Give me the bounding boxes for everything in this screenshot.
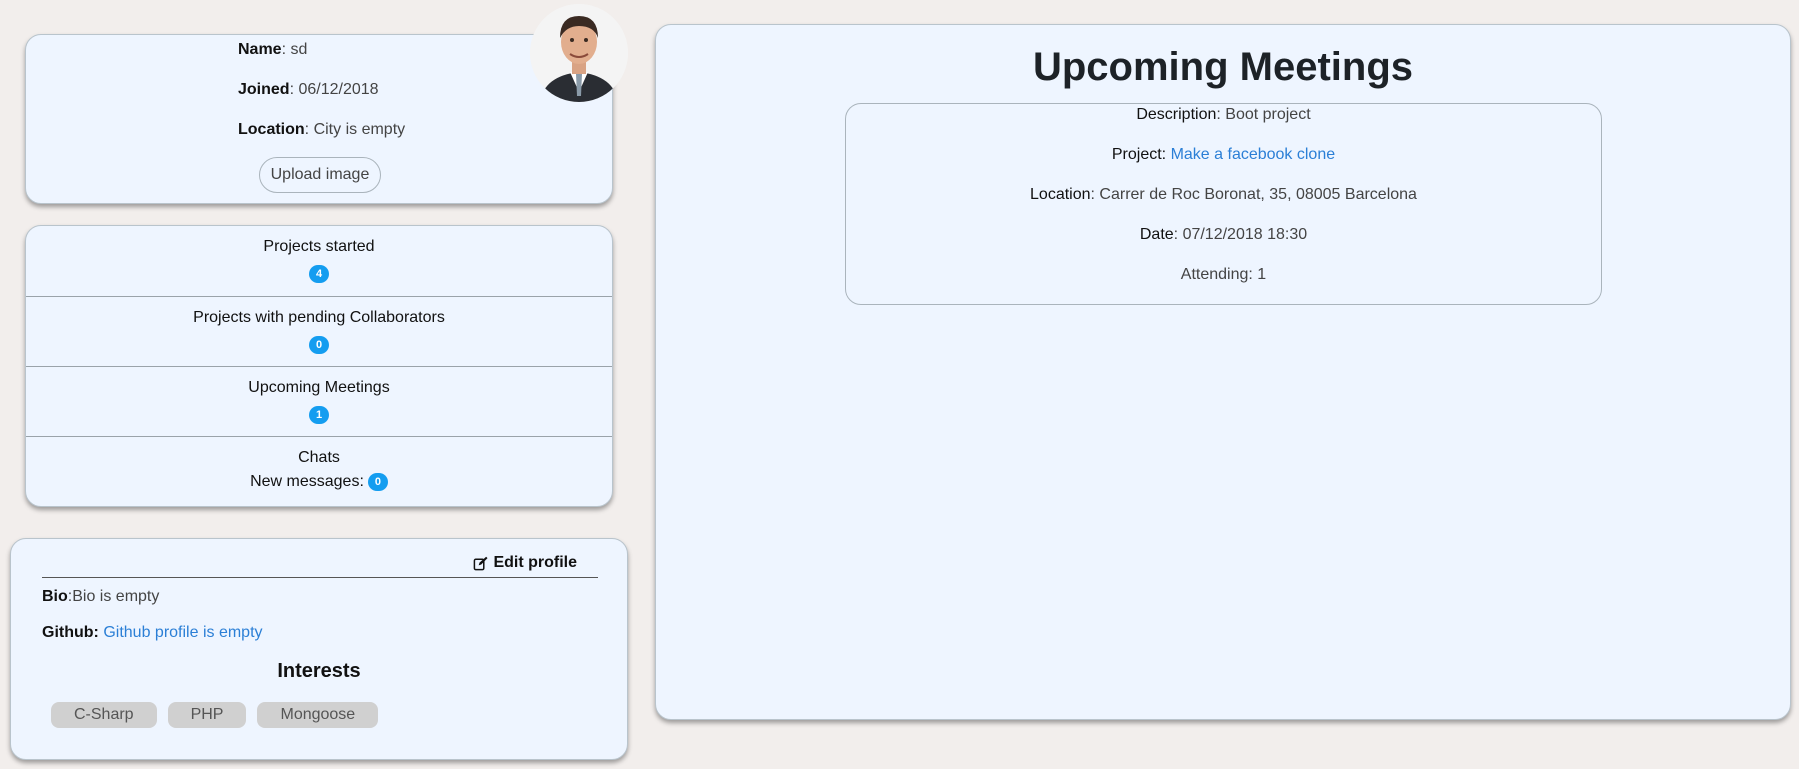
interest-chip: C-Sharp (51, 702, 157, 728)
stat-label: Upcoming Meetings (248, 379, 390, 396)
github-label: Github: (42, 624, 99, 641)
bio-label: Bio (42, 588, 68, 605)
github-link[interactable]: Github profile is empty (103, 624, 262, 641)
interests-list: C-Sharp PHP Mongoose (51, 702, 379, 728)
bio-line: Bio:Bio is empty (42, 588, 159, 606)
divider (42, 577, 598, 578)
meeting-date: Date: 07/12/2018 18:30 (846, 226, 1601, 244)
edit-icon (474, 556, 488, 570)
avatar-photo (530, 4, 628, 102)
stat-label: Chats (298, 449, 340, 466)
meeting-attending: Attending: 1 (1180, 266, 1267, 283)
joined-label: Joined (238, 81, 290, 98)
count-badge: 1 (309, 406, 329, 424)
upload-image-button[interactable]: Upload image (259, 157, 381, 193)
profile-card: Name: sd Joined: 06/12/2018 Location: Ci… (25, 34, 613, 204)
project-label: Project: (1111, 146, 1167, 163)
meeting-description: Description: Boot project (846, 106, 1601, 124)
edit-profile-label: Edit profile (493, 554, 577, 571)
bio-value: :Bio is empty (67, 588, 160, 605)
stat-pending-collaborators[interactable]: Projects with pending Collaborators 0 (26, 296, 612, 366)
meeting-card: Description: Boot project Project: Make … (845, 103, 1602, 305)
description-value: : Boot project (1216, 106, 1311, 123)
location-label: Location (238, 121, 305, 138)
interest-chip: Mongoose (257, 702, 379, 728)
avatar (530, 4, 628, 102)
date-value: : 07/12/2018 18:30 (1173, 226, 1308, 243)
stat-label: Projects started (263, 238, 375, 255)
stat-chats[interactable]: Chats New messages: 0 (26, 436, 612, 506)
count-badge: 0 (367, 473, 388, 491)
stat-upcoming-meetings[interactable]: Upcoming Meetings 1 (26, 366, 612, 436)
name-label: Name (238, 41, 282, 58)
meeting-project: Project: Make a facebook clone (846, 146, 1601, 164)
joined-value: : 06/12/2018 (289, 81, 379, 98)
stat-projects-started[interactable]: Projects started 4 (26, 226, 612, 296)
meeting-location: Location: Carrer de Roc Boronat, 35, 080… (846, 186, 1601, 204)
new-messages: New messages: 0 (26, 473, 612, 491)
location-label: Location (1030, 186, 1091, 203)
location-value: : City is empty (304, 121, 406, 138)
edit-profile-button[interactable]: Edit profile (473, 554, 577, 572)
profile-name: Name: sd (238, 41, 307, 59)
stat-label: Projects with pending Collaborators (193, 309, 445, 326)
github-line: Github: Github profile is empty (42, 624, 263, 642)
meetings-panel: Upcoming Meetings Description: Boot proj… (655, 24, 1791, 720)
description-label: Description (1136, 106, 1217, 123)
page-title: Upcoming Meetings (1032, 45, 1414, 89)
interests-title: Interests (277, 660, 361, 682)
bio-card: Edit profile Bio:Bio is empty Github: Gi… (10, 538, 628, 760)
profile-joined: Joined: 06/12/2018 (238, 81, 379, 99)
location-value: : Carrer de Roc Boronat, 35, 08005 Barce… (1090, 186, 1417, 203)
stats-card: Projects started 4 Projects with pending… (25, 225, 613, 507)
project-link[interactable]: Make a facebook clone (1171, 146, 1336, 163)
count-badge: 4 (309, 265, 329, 283)
name-value: : sd (281, 41, 308, 58)
new-messages-label: New messages: (250, 473, 364, 491)
interest-chip: PHP (167, 702, 247, 728)
profile-location: Location: City is empty (238, 121, 405, 139)
date-label: Date (1139, 226, 1174, 243)
count-badge: 0 (309, 336, 329, 354)
